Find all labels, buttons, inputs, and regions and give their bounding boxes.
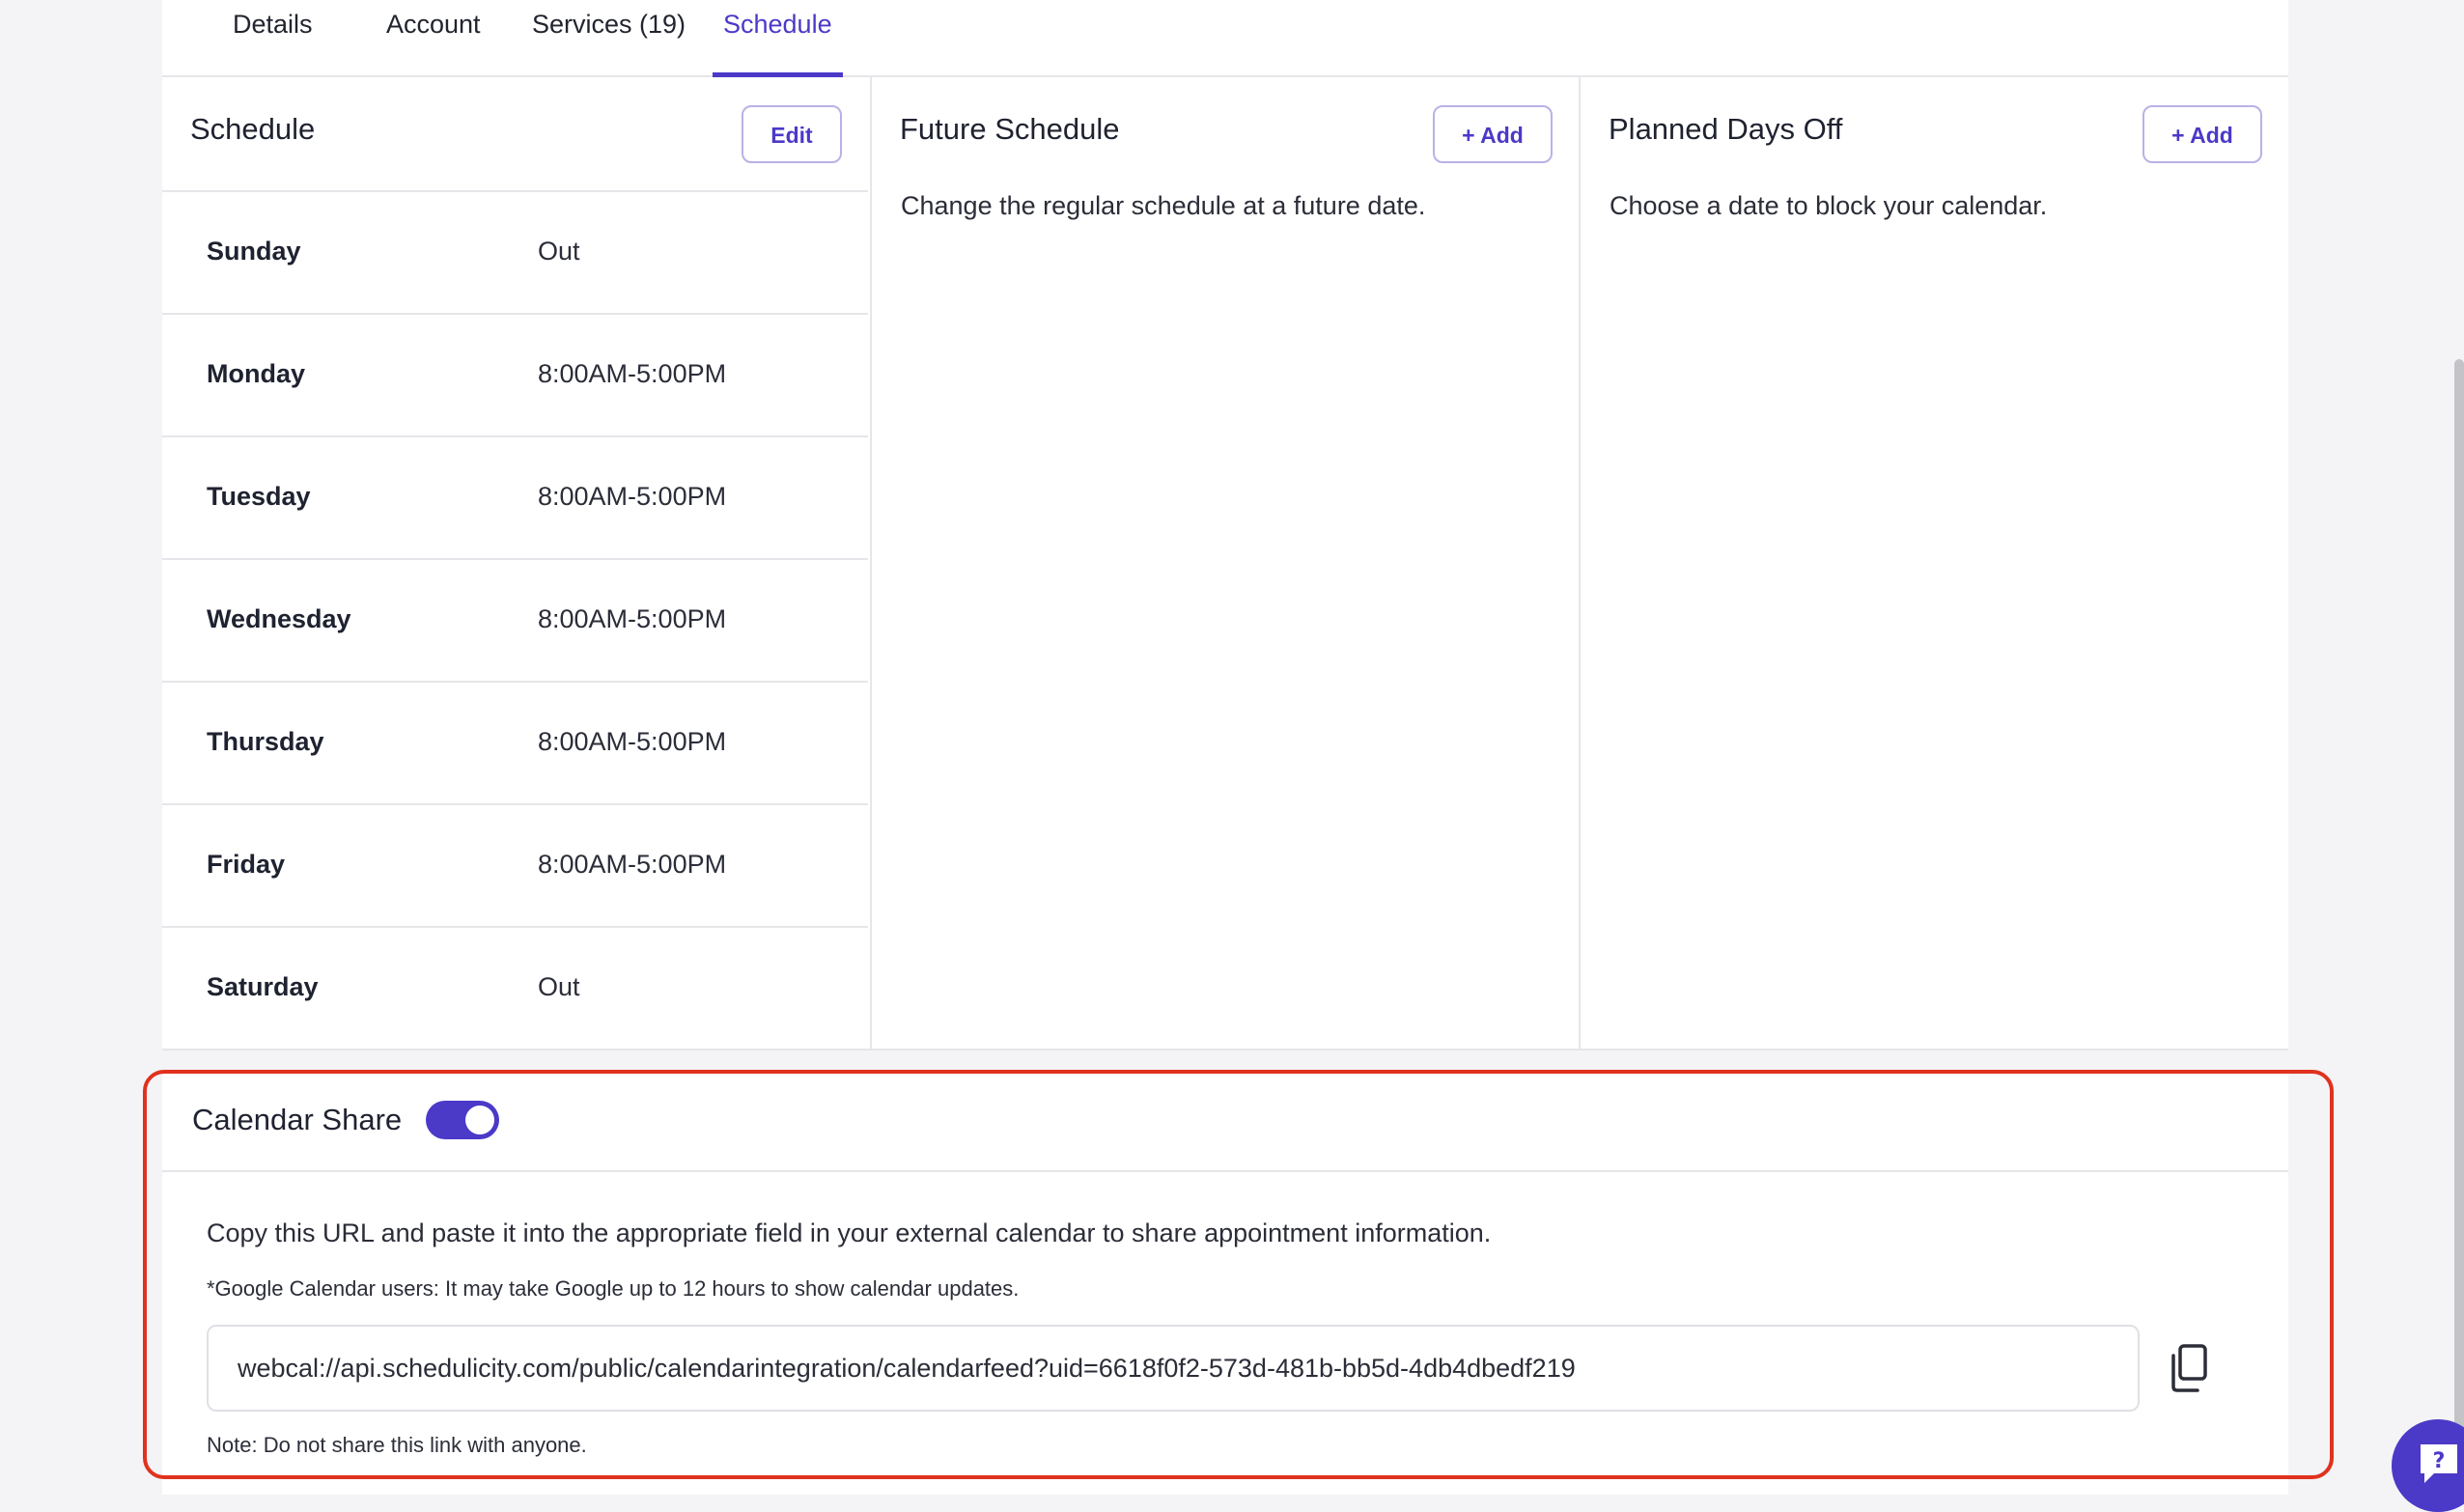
schedule-row: Friday 8:00AM-5:00PM [162, 805, 868, 928]
help-chat-button[interactable]: ? [2392, 1419, 2464, 1512]
calendar-url-input[interactable] [207, 1325, 2140, 1412]
schedule-row: Saturday Out [162, 928, 868, 1050]
edit-schedule-button[interactable]: Edit [742, 105, 842, 163]
calendar-share-title: Calendar Share [192, 1103, 403, 1136]
schedule-row: Monday 8:00AM-5:00PM [162, 315, 868, 437]
future-schedule-panel: Future Schedule + Add Change the regular… [870, 77, 1578, 1050]
add-day-off-button[interactable]: + Add [2142, 105, 2262, 163]
scrollbar[interactable] [2454, 359, 2464, 1495]
schedule-row: Thursday 8:00AM-5:00PM [162, 683, 868, 805]
future-schedule-description: Change the regular schedule at a future … [901, 191, 1426, 220]
planned-days-off-description: Choose a date to block your calendar. [1610, 191, 2048, 220]
future-schedule-title: Future Schedule [900, 112, 1120, 146]
schedule-row: Tuesday 8:00AM-5:00PM [162, 437, 868, 560]
planned-days-off-title: Planned Days Off [1609, 112, 1843, 146]
day-name: Sunday [207, 237, 301, 266]
day-name: Monday [207, 359, 306, 388]
day-hours: 8:00AM-5:00PM [538, 359, 727, 388]
tab-account[interactable]: Account [386, 0, 481, 75]
help-question-icon: ? [2421, 1444, 2457, 1483]
day-hours: 8:00AM-5:00PM [538, 727, 727, 756]
page: Details Account Services (19) Schedule S… [162, 0, 2288, 1495]
svg-text:?: ? [2433, 1449, 2446, 1473]
calendar-share-header: Calendar Share [162, 1072, 2288, 1172]
tab-bar: Details Account Services (19) Schedule [162, 0, 2288, 77]
tab-schedule[interactable]: Schedule [713, 0, 843, 77]
day-hours: 8:00AM-5:00PM [538, 482, 727, 511]
day-hours: Out [538, 972, 580, 1001]
calendar-share-description: Copy this URL and paste it into the appr… [207, 1218, 1492, 1247]
schedule-panel: Schedule Edit Sunday Out Monday 8:00AM-5… [162, 77, 870, 1050]
day-hours: 8:00AM-5:00PM [538, 850, 727, 879]
schedule-title: Schedule [190, 112, 316, 146]
schedule-table: Sunday Out Monday 8:00AM-5:00PM Tuesday … [162, 190, 868, 1050]
day-name: Friday [207, 850, 286, 879]
tab-services[interactable]: Services (19) [532, 0, 686, 75]
planned-days-off-panel: Planned Days Off + Add Choose a date to … [1579, 77, 2288, 1050]
schedule-panels: Schedule Edit Sunday Out Monday 8:00AM-5… [162, 77, 2288, 1050]
day-hours: Out [538, 237, 580, 266]
toggle-knob [465, 1106, 494, 1134]
tab-details[interactable]: Details [233, 0, 313, 75]
day-name: Saturday [207, 972, 319, 1001]
calendar-share-card: Calendar Share Copy this URL and paste i… [162, 1072, 2288, 1495]
day-name: Tuesday [207, 482, 311, 511]
add-future-schedule-button[interactable]: + Add [1433, 105, 1553, 163]
day-name: Wednesday [207, 604, 351, 633]
schedule-row: Wednesday 8:00AM-5:00PM [162, 560, 868, 683]
google-calendar-note: *Google Calendar users: It may take Goog… [207, 1276, 1020, 1301]
day-name: Thursday [207, 727, 324, 756]
day-hours: 8:00AM-5:00PM [538, 604, 727, 633]
calendar-share-toggle[interactable] [426, 1101, 499, 1139]
share-warning-note: Note: Do not share this link with anyone… [207, 1433, 587, 1457]
schedule-row: Sunday Out [162, 192, 868, 315]
copy-icon[interactable] [2165, 1342, 2215, 1396]
